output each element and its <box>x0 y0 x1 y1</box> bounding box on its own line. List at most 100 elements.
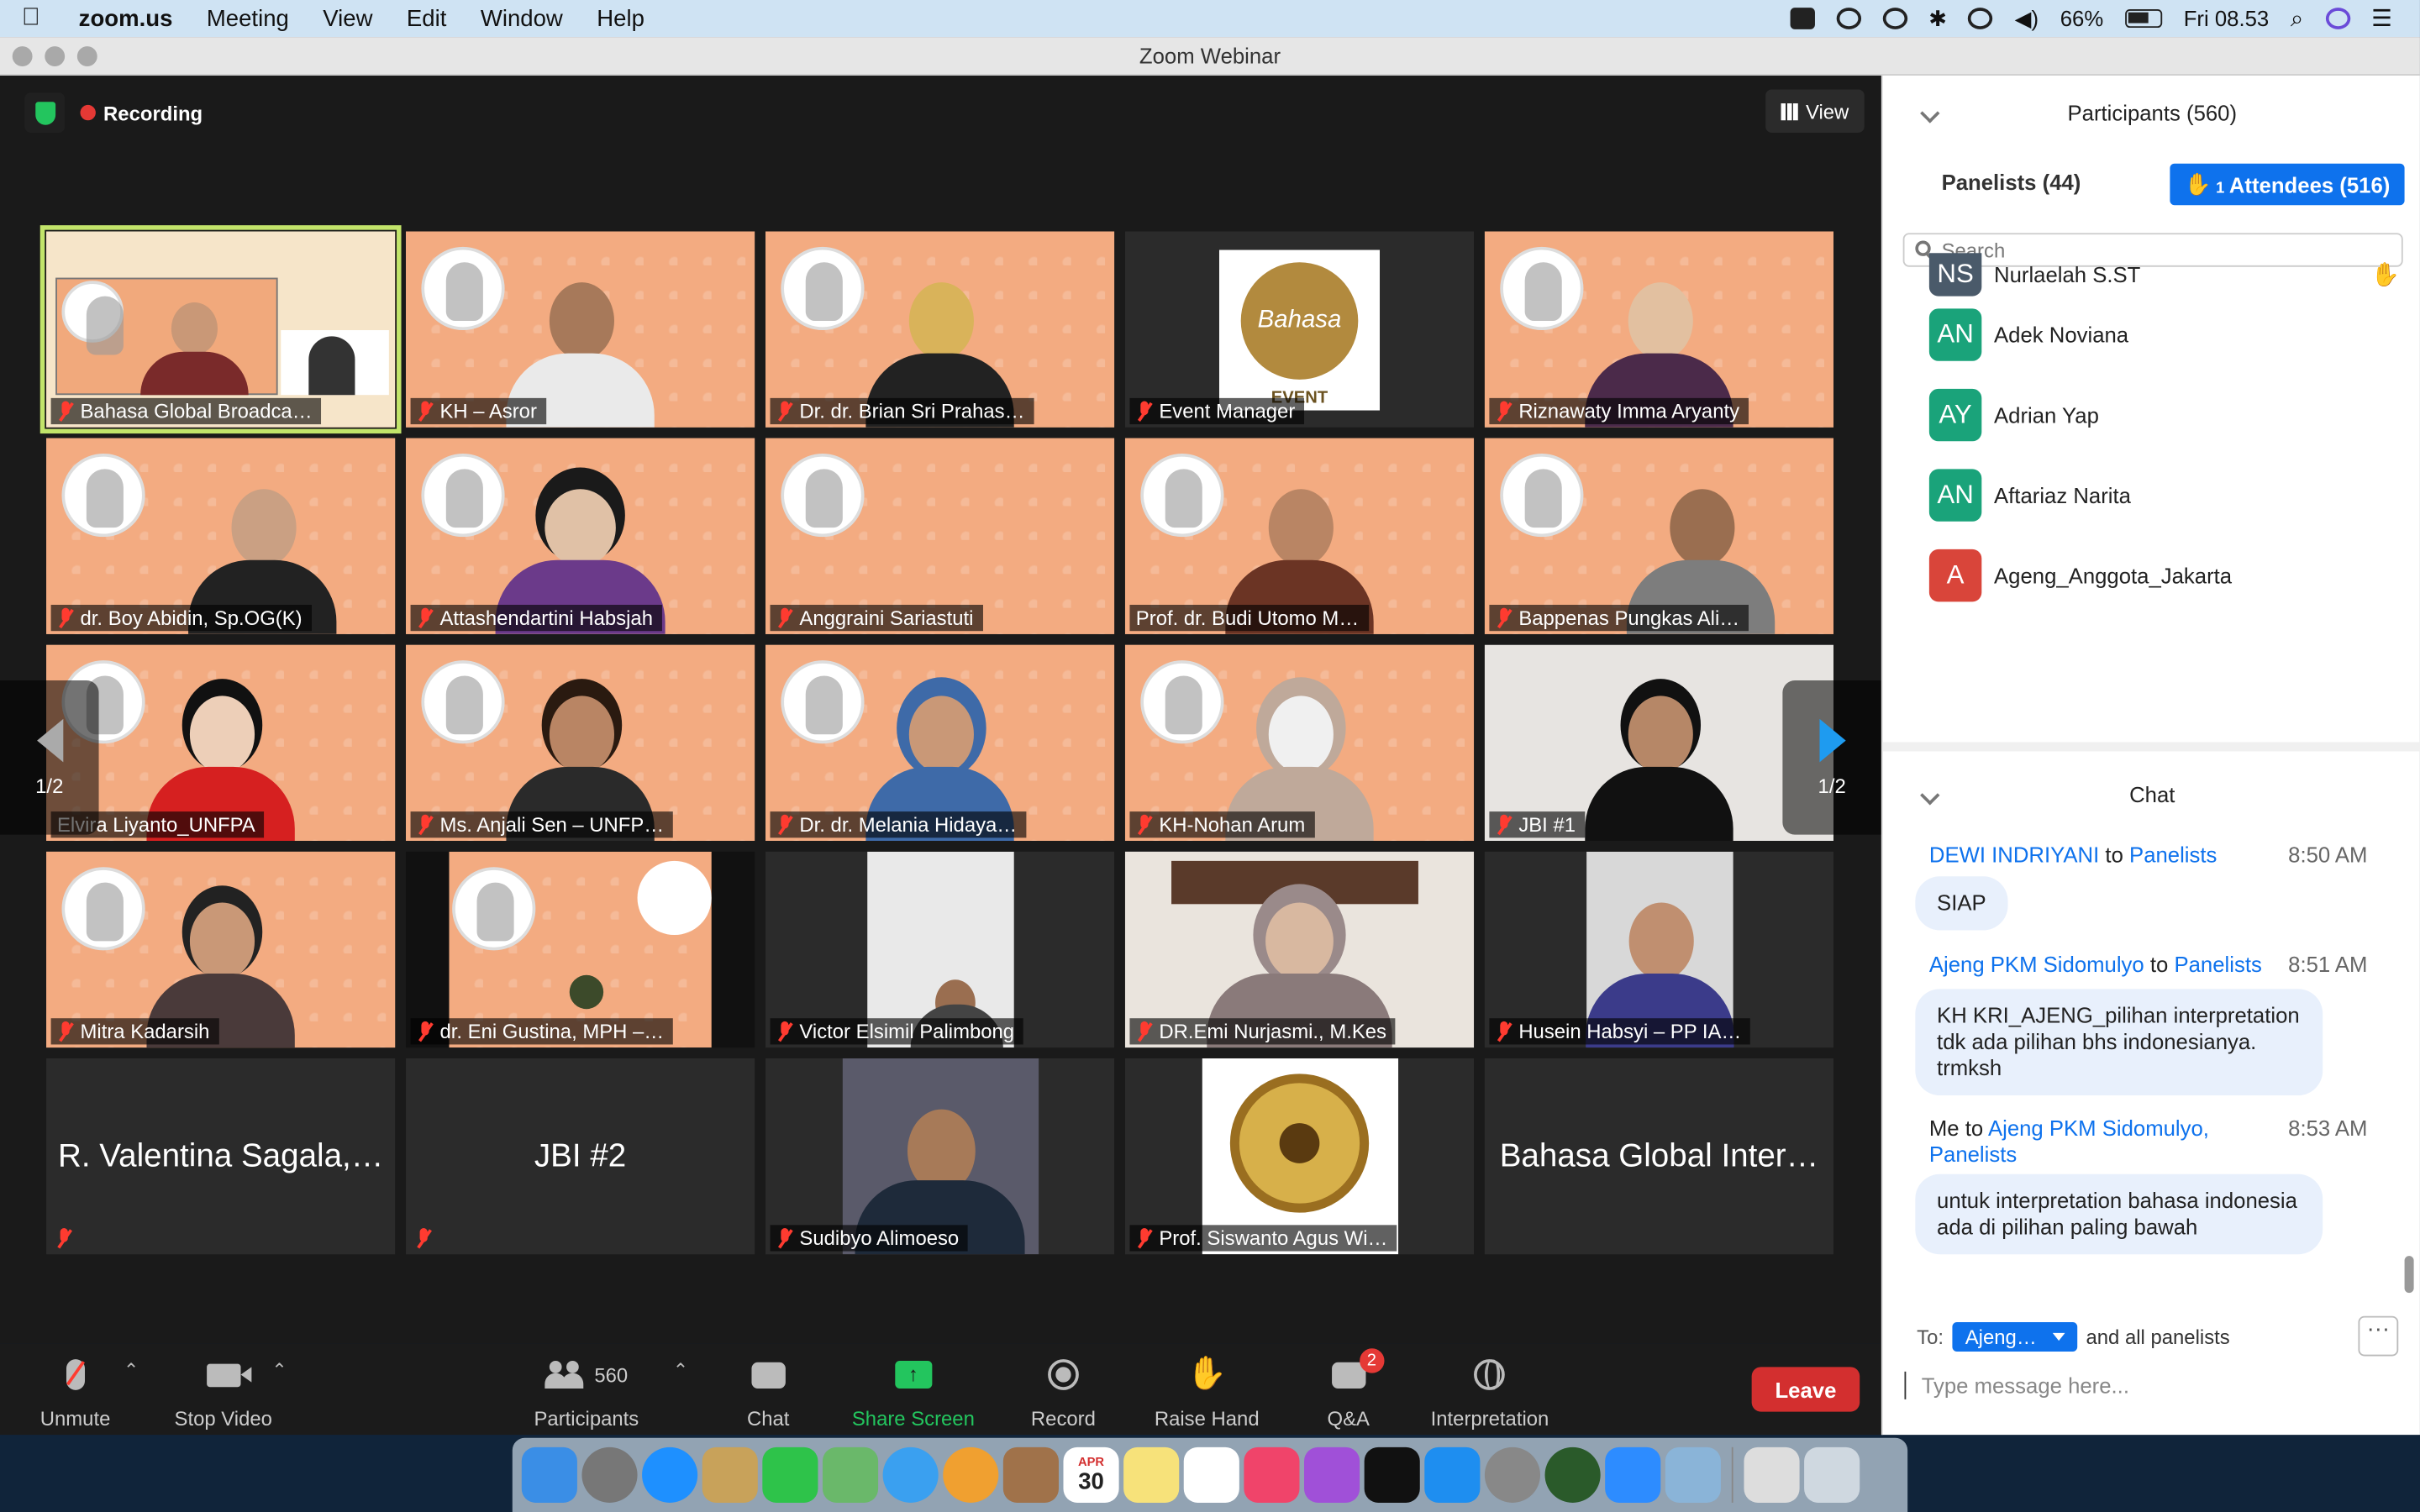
video-tile[interactable]: Husein Habsyi – PP IA… <box>1484 851 1833 1048</box>
apple-icon[interactable]:  <box>0 5 61 33</box>
volume-icon[interactable]: ◀) <box>2015 5 2039 31</box>
qa-button[interactable]: 2 Q&A <box>1328 1347 1385 1431</box>
tab-attendees[interactable]: ✋ 1 Attendees (516) <box>2170 163 2405 206</box>
list-item[interactable]: A Ageng_Anggota_Jakarta <box>1883 535 2420 616</box>
battery-icon[interactable] <box>2124 9 2163 29</box>
list-item[interactable]: AN Aftariaz Narita <box>1883 455 2420 536</box>
video-tile[interactable]: Riznawaty Imma Aryanty <box>1484 231 1833 428</box>
system-preferences-icon[interactable] <box>1484 1446 1541 1503</box>
video-tile[interactable]: Dr. dr. Melania Hidaya… <box>765 644 1115 842</box>
video-tile[interactable]: dr. Eni Gustina, MPH –… <box>406 851 755 1048</box>
stop-video-button[interactable]: Stop Video <box>175 1356 272 1431</box>
video-tile[interactable]: Prof. Siswanto Agus Wi… <box>1124 1058 1475 1255</box>
video-tile[interactable]: DR.Emi Nurjasmi., M.Kes <box>1124 851 1475 1048</box>
tab-panelists[interactable]: Panelists (44) <box>1942 170 2081 194</box>
menubar-clock[interactable]: Fri 08.53 <box>2184 6 2269 30</box>
calendar-icon[interactable]: APR 30 <box>1063 1446 1119 1503</box>
zoom-status-icon[interactable] <box>1789 8 1815 29</box>
reminders-icon[interactable] <box>1183 1446 1239 1503</box>
script-editor-icon[interactable] <box>1544 1446 1601 1503</box>
video-tile[interactable]: KH-Nohan Arum <box>1124 644 1475 842</box>
facetime-icon[interactable] <box>762 1446 818 1503</box>
video-tile[interactable]: Ms. Anjali Sen – UNFP… <box>406 644 755 842</box>
video-tile[interactable]: Dr. dr. Brian Sri Prahas… <box>765 231 1115 428</box>
participants-button[interactable]: 560 Participants <box>534 1356 639 1431</box>
share-screen-button[interactable]: ↑ Share Screen <box>852 1356 975 1431</box>
chat-sender[interactable]: Ajeng PKM Sidomulyo <box>1929 952 2144 976</box>
chat-button[interactable]: Chat <box>747 1356 789 1431</box>
video-tile[interactable]: Anggraini Sariastuti <box>765 438 1115 634</box>
menu-app-name[interactable]: zoom.us <box>61 5 189 31</box>
zoom-app-icon[interactable] <box>1605 1446 1661 1503</box>
chat-recipient-select[interactable]: Ajeng… <box>1953 1322 2077 1352</box>
collapse-participants-icon[interactable] <box>1920 102 1940 123</box>
previous-page-button[interactable]: 1/2 <box>0 680 99 835</box>
participants-options-caret-icon[interactable]: ⌃ <box>673 1359 688 1381</box>
menu-help[interactable]: Help <box>580 5 661 31</box>
video-options-caret-icon[interactable]: ⌃ <box>271 1359 287 1381</box>
video-tile[interactable]: JBI #1 <box>1484 644 1833 842</box>
video-tile[interactable]: Victor Elsimil Palimbong <box>765 851 1115 1048</box>
raise-hand-button[interactable]: ✋ Raise Hand <box>1155 1356 1260 1430</box>
recording-indicator[interactable]: Recording <box>80 101 203 124</box>
menu-edit[interactable]: Edit <box>390 5 464 31</box>
security-shield-icon[interactable] <box>24 92 66 133</box>
video-tile[interactable]: dr. Boy Abidin, Sp.OG(K) <box>46 438 396 634</box>
time-machine-icon[interactable] <box>1882 8 1907 29</box>
launchpad-icon[interactable] <box>581 1446 638 1503</box>
collapse-chat-icon[interactable] <box>1920 785 1940 805</box>
panel-divider[interactable] <box>1882 742 2420 752</box>
chat-message-input[interactable]: Type message here... <box>1904 1371 2129 1399</box>
menu-window[interactable]: Window <box>464 5 580 31</box>
bluetooth-icon[interactable]: ✱ <box>1928 5 1947 31</box>
chat-recipient[interactable]: Panelists <box>2129 843 2217 867</box>
siri-icon[interactable] <box>2325 8 2350 29</box>
wifi-icon[interactable] <box>1968 8 1993 29</box>
chat-more-button[interactable]: ··· <box>2358 1315 2399 1357</box>
creative-cloud-icon[interactable] <box>1836 8 1861 29</box>
list-item[interactable]: AY Adrian Yap <box>1883 375 2420 455</box>
spotlight-search-icon[interactable]: ⌕ <box>2291 5 2303 31</box>
video-tile[interactable]: R. Valentina Sagala,… <box>46 1058 396 1255</box>
podcasts-icon[interactable] <box>1304 1446 1360 1503</box>
maps-icon[interactable] <box>822 1446 879 1503</box>
chat-recipient[interactable]: Panelists <box>2174 952 2261 976</box>
contacts-icon[interactable] <box>1002 1446 1059 1503</box>
record-button[interactable]: Record <box>1031 1356 1096 1431</box>
apple-tv-icon[interactable] <box>1364 1446 1420 1503</box>
mail-app-icon[interactable] <box>702 1446 758 1503</box>
window-minimize-button[interactable] <box>45 46 66 66</box>
app-store-icon[interactable] <box>1424 1446 1481 1503</box>
video-tile[interactable]: Bahasa EVENT Event Manager <box>1124 231 1475 428</box>
interpretation-button[interactable]: Interpretation <box>1431 1356 1549 1431</box>
video-tile[interactable]: Bahasa Global Inter… <box>1484 1058 1833 1255</box>
safari-icon[interactable] <box>642 1446 698 1503</box>
leave-button[interactable]: Leave <box>1751 1367 1860 1412</box>
video-tile[interactable]: Sudibyo Alimoeso <box>765 1058 1115 1255</box>
window-close-button[interactable] <box>12 46 33 66</box>
video-tile[interactable]: Prof. dr. Budi Utomo M… <box>1124 438 1475 634</box>
chat-scrollbar[interactable] <box>2404 1256 2414 1294</box>
control-center-icon[interactable]: ☰ <box>2371 5 2392 32</box>
video-tile[interactable]: KH – Asror <box>406 231 755 428</box>
next-page-button[interactable]: 1/2 <box>1782 680 1881 835</box>
view-button[interactable]: View <box>1765 89 1865 133</box>
audio-options-caret-icon[interactable]: ⌃ <box>124 1359 139 1381</box>
video-tile[interactable]: Mitra Kadarsih <box>46 851 396 1048</box>
music-icon[interactable] <box>1244 1446 1300 1503</box>
menu-view[interactable]: View <box>306 5 390 31</box>
video-tile[interactable]: Bahasa Global Broadca… <box>39 225 402 434</box>
window-zoom-button[interactable] <box>76 46 97 66</box>
messages-icon[interactable] <box>882 1446 939 1503</box>
menu-meeting[interactable]: Meeting <box>190 5 306 31</box>
list-item[interactable]: NS Nurlaelah S.ST ✋ <box>1883 253 2420 297</box>
chat-sender[interactable]: DEWI INDRIYANI <box>1929 843 2099 867</box>
video-tile[interactable]: Bappenas Pungkas Ali… <box>1484 438 1833 634</box>
notes-icon[interactable] <box>1123 1446 1180 1503</box>
finder-icon[interactable] <box>521 1446 577 1503</box>
photos-icon[interactable] <box>943 1446 999 1503</box>
trash-icon[interactable] <box>1804 1446 1860 1503</box>
video-tile[interactable]: Attashendartini Habsjah <box>406 438 755 634</box>
list-item[interactable]: AN Adek Noviana <box>1883 295 2420 375</box>
preview-icon[interactable] <box>1665 1446 1721 1503</box>
